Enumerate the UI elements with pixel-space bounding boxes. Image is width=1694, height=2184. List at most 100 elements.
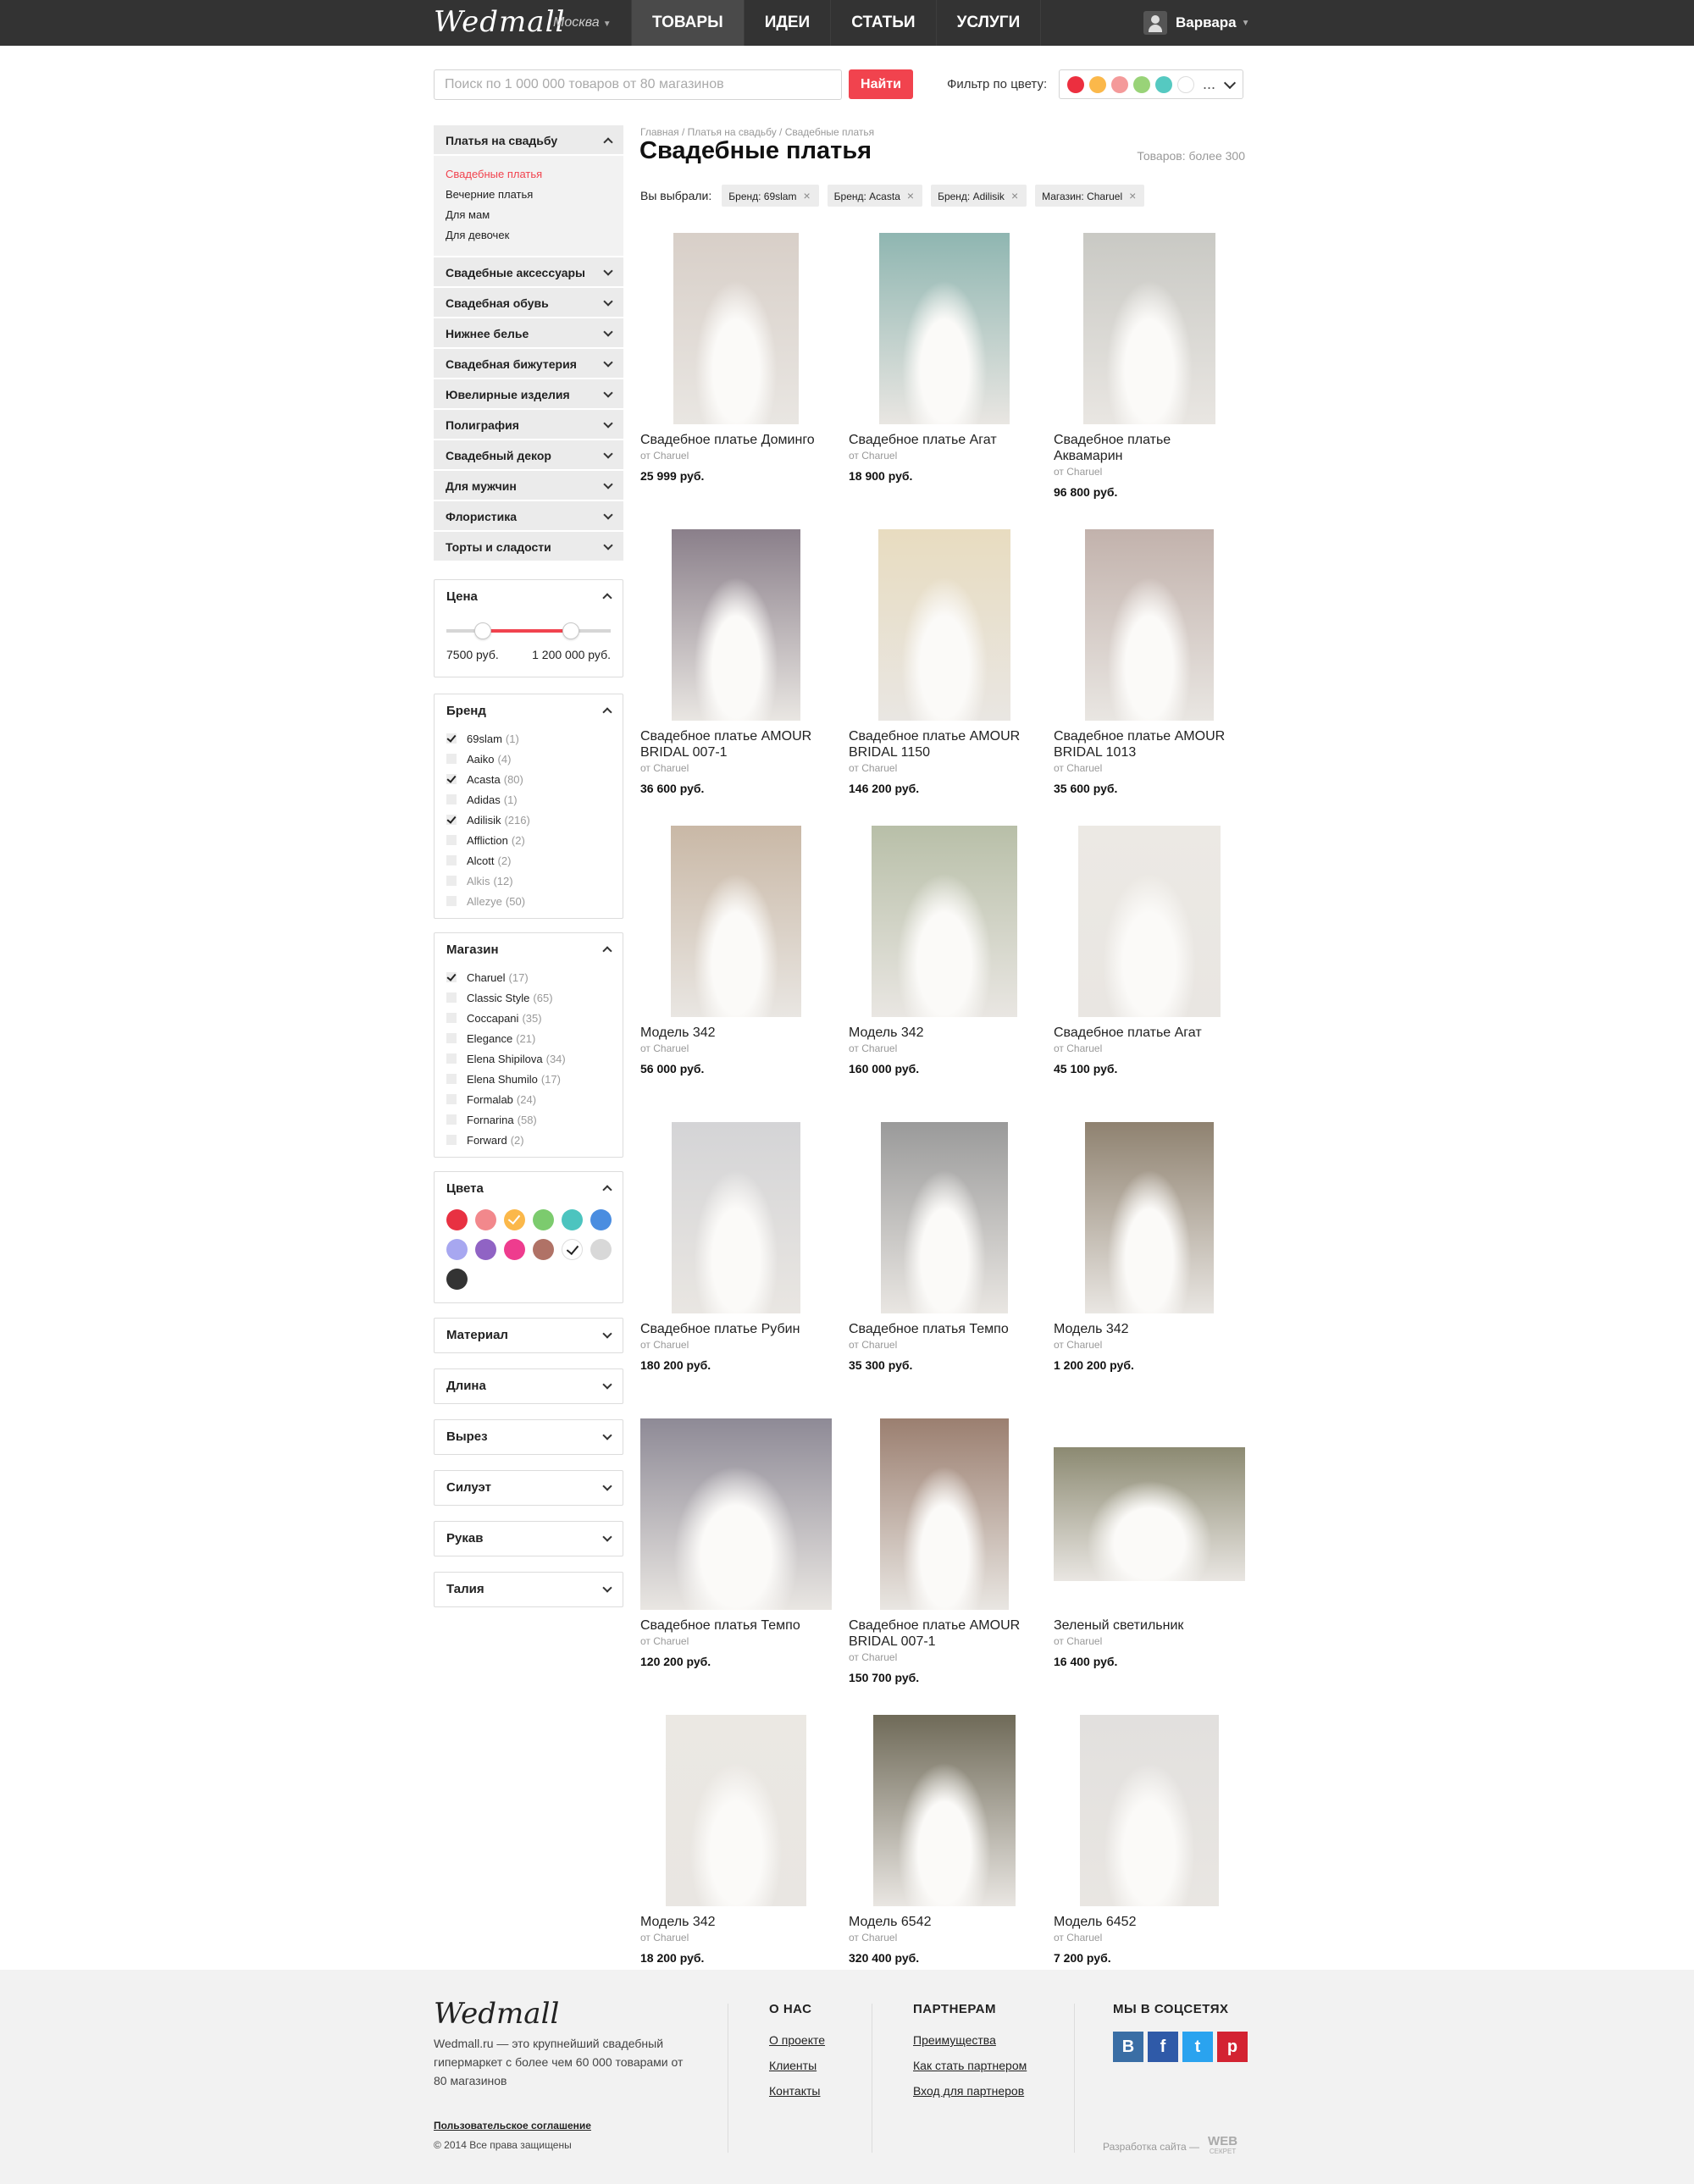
colors-filter-header[interactable]: Цвета <box>435 1172 623 1206</box>
checkbox[interactable] <box>446 855 457 865</box>
collapsed-filter-header[interactable]: Талия <box>435 1573 623 1606</box>
collapsed-filter-header[interactable]: Рукав <box>435 1522 623 1556</box>
checkbox[interactable] <box>446 794 457 804</box>
footer-link[interactable]: Преимущества <box>913 2033 1027 2047</box>
collapsed-filter-header[interactable]: Длина <box>435 1369 623 1403</box>
checkbox[interactable] <box>446 1033 457 1043</box>
color-swatch[interactable] <box>504 1209 525 1230</box>
color-dot[interactable] <box>1067 75 1084 93</box>
facebook-icon[interactable]: f <box>1148 2032 1178 2062</box>
checkbox[interactable] <box>446 1114 457 1125</box>
subcategory-item[interactable]: Свадебные платья <box>446 164 612 185</box>
product-name[interactable]: Свадебное платье AMOUR BRIDAL 1150 <box>849 728 1054 760</box>
product-image[interactable] <box>878 529 1010 721</box>
collapsed-filter-header[interactable]: Силуэт <box>435 1471 623 1505</box>
product-image[interactable] <box>1085 1122 1214 1313</box>
subcategory-item[interactable]: Для девочек <box>446 225 612 246</box>
product-name[interactable]: Свадебное платье AMOUR BRIDAL 007-1 <box>640 728 849 760</box>
checkbox-checked[interactable] <box>446 774 457 784</box>
checkbox[interactable] <box>446 876 457 886</box>
user-menu[interactable]: Варвара ▼ <box>1143 11 1250 35</box>
color-swatch[interactable] <box>475 1209 496 1230</box>
category-header[interactable]: Ювелирные изделия <box>434 379 623 410</box>
product-name[interactable]: Модель 342 <box>640 1914 849 1930</box>
checkbox[interactable] <box>446 1074 457 1084</box>
search-button[interactable]: Найти <box>849 69 913 99</box>
product-name[interactable]: Свадебное платье Агат <box>1054 1025 1250 1041</box>
price-slider[interactable] <box>446 622 611 639</box>
category-header[interactable]: Свадебная бижутерия <box>434 349 623 379</box>
category-header[interactable]: Свадебный декор <box>434 440 623 471</box>
product-name[interactable]: Свадебное платье AMOUR BRIDAL 007-1 <box>849 1617 1054 1650</box>
brand-filter-header[interactable]: Бренд <box>435 694 623 728</box>
color-dot[interactable] <box>1133 75 1150 93</box>
product-name[interactable]: Свадебное платье Агат <box>849 432 1054 448</box>
product-card[interactable]: Свадебное платья Темпо от Charuel 120 200 … <box>640 1418 849 1715</box>
product-card[interactable]: Свадебное платье Агат от Charuel 45 100 ру… <box>1054 826 1250 1122</box>
collapsed-filter-header[interactable]: Вырез <box>435 1420 623 1454</box>
color-swatch[interactable] <box>590 1239 612 1260</box>
checkbox-item[interactable]: Affliction (2) <box>446 830 611 850</box>
category-header[interactable]: Полиграфия <box>434 410 623 440</box>
product-image[interactable] <box>672 1122 800 1313</box>
product-image[interactable] <box>673 233 799 424</box>
checkbox-checked[interactable] <box>446 972 457 982</box>
shop-filter-header[interactable]: Магазин <box>435 933 623 967</box>
product-name[interactable]: Свадебное платье AMOUR BRIDAL 1013 <box>1054 728 1250 760</box>
checkbox-item[interactable]: Fornarina (58) <box>446 1109 611 1130</box>
checkbox-item[interactable]: Acasta (80) <box>446 769 611 789</box>
color-swatch[interactable] <box>475 1239 496 1260</box>
product-card[interactable]: Свадебное платье AMOUR BRIDAL 007-1 от Ch… <box>640 529 849 826</box>
product-card[interactable]: Свадебное платье Агат от Charuel 18 900 ру… <box>849 233 1054 529</box>
checkbox-item[interactable]: Alcott (2) <box>446 850 611 871</box>
color-swatch[interactable] <box>533 1239 554 1260</box>
pinterest-icon[interactable]: p <box>1217 2032 1248 2062</box>
product-image[interactable] <box>872 826 1017 1017</box>
checkbox-item[interactable]: Elegance (21) <box>446 1028 611 1048</box>
product-name[interactable]: Модель 6542 <box>849 1914 1054 1930</box>
product-card[interactable]: Модель 6452 от Charuel 7 200 руб. <box>1054 1715 1250 2011</box>
city-selector[interactable]: Москва ▼ <box>553 15 612 30</box>
checkbox[interactable] <box>446 896 457 906</box>
product-card[interactable]: Модель 342 от Charuel 160 000 руб. <box>849 826 1054 1122</box>
checkbox[interactable] <box>446 1135 457 1145</box>
product-card[interactable]: Зеленый светильник от Charuel 16 400 руб. <box>1054 1418 1250 1715</box>
product-name[interactable]: Модель 6452 <box>1054 1914 1250 1930</box>
product-name[interactable]: Модель 342 <box>849 1025 1054 1041</box>
product-image[interactable] <box>873 1715 1016 1906</box>
twitter-icon[interactable]: t <box>1182 2032 1213 2062</box>
slider-handle-min[interactable] <box>474 622 492 639</box>
color-swatch[interactable] <box>504 1239 525 1260</box>
checkbox-item[interactable]: Elena Shumilo (17) <box>446 1069 611 1089</box>
slider-handle-max[interactable] <box>562 622 579 639</box>
color-dot[interactable] <box>1111 75 1128 93</box>
product-card[interactable]: Модель 342 от Charuel 18 200 руб. <box>640 1715 849 2011</box>
category-header[interactable]: Свадебная обувь <box>434 288 623 318</box>
product-name[interactable]: Модель 342 <box>640 1025 849 1041</box>
checkbox-item[interactable]: Classic Style (65) <box>446 987 611 1008</box>
category-header[interactable]: Флористика <box>434 501 623 532</box>
developer-logo[interactable]: WEB СЕКРЕТ <box>1208 2135 1237 2157</box>
footer-link[interactable]: Клиенты <box>769 2059 825 2072</box>
product-card[interactable]: Свадебное платье Рубин от Charuel 180 200 … <box>640 1122 849 1418</box>
product-card[interactable]: Свадебное платье AMOUR BRIDAL 1150 от Cha… <box>849 529 1054 826</box>
color-swatch[interactable] <box>446 1269 468 1290</box>
logo[interactable]: Wedmall <box>434 5 565 39</box>
product-name[interactable]: Свадебное платье Доминго <box>640 432 849 448</box>
checkbox-item[interactable]: Adidas (1) <box>446 789 611 810</box>
product-name[interactable]: Модель 342 <box>1054 1321 1250 1337</box>
subcategory-item[interactable]: Вечерние платья <box>446 185 612 205</box>
category-header[interactable]: Для мужчин <box>434 471 623 501</box>
close-icon[interactable]: × <box>1011 189 1018 202</box>
product-card[interactable]: Свадебное платье Доминго от Charuel 25 999… <box>640 233 849 529</box>
checkbox[interactable] <box>446 992 457 1003</box>
close-icon[interactable]: × <box>803 189 810 202</box>
product-image[interactable] <box>881 1122 1008 1313</box>
product-card[interactable]: Свадебное платье AMOUR BRIDAL 007-1 от Ch… <box>849 1418 1054 1715</box>
product-card[interactable]: Модель 342 от Charuel 1 200 200 руб. <box>1054 1122 1250 1418</box>
footer-link[interactable]: Вход для партнеров <box>913 2084 1027 2098</box>
product-image[interactable] <box>640 1418 832 1610</box>
product-image[interactable] <box>1078 826 1221 1017</box>
close-icon[interactable]: × <box>1129 189 1136 202</box>
vk-icon[interactable]: B <box>1113 2032 1143 2062</box>
